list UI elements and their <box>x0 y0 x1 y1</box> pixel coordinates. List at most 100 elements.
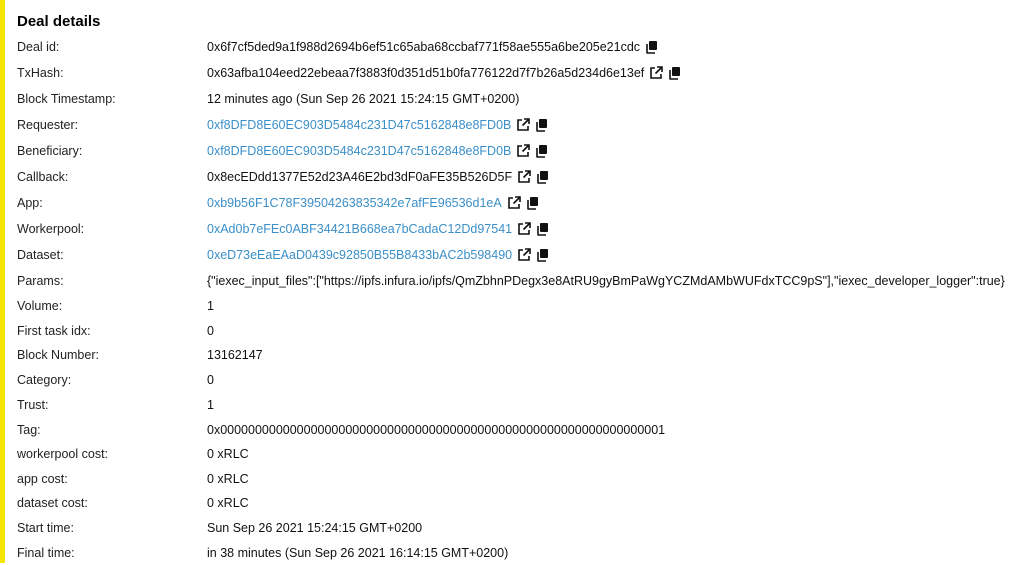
detail-row: TxHash: 0x63afba104eed22ebeaa7f3883f0d351… <box>17 60 1032 85</box>
detail-row: Block Timestamp: 12 minutes ago (Sun Sep … <box>17 86 1032 111</box>
detail-row: Callback: 0x8ecEDdd1377E52d23A46E2bd3dF0a… <box>17 164 1032 189</box>
detail-row: App: 0xb9b56F1C78F39504263835342e7afFE965… <box>17 190 1032 215</box>
detail-value-text: Sun Sep 26 2021 15:24:15 GMT+0200 <box>207 520 423 535</box>
copy-icon[interactable] <box>535 118 549 132</box>
detail-value: 1 <box>207 398 214 412</box>
detail-value: in 38 minutes (Sun Sep 26 2021 16:14:15 … <box>207 546 508 560</box>
copy-icon[interactable] <box>645 40 659 54</box>
detail-row: Requester: 0xf8DFD8E60EC903D5484c231D47c5… <box>17 112 1032 137</box>
detail-value: 0 xRLC <box>207 447 249 461</box>
detail-row: Trust: 1 <box>17 392 1032 417</box>
detail-value-text: 1 <box>207 397 214 412</box>
detail-value: 12 minutes ago (Sun Sep 26 2021 15:24:15… <box>207 92 519 106</box>
detail-label: app cost: <box>17 471 68 486</box>
page-title: Deal details <box>17 13 101 30</box>
detail-row: Category: 0 <box>17 367 1032 392</box>
detail-label: Trust: <box>17 397 49 412</box>
detail-value: 0 xRLC <box>207 496 249 510</box>
detail-value: 0 <box>207 324 214 338</box>
detail-value-text: 1 <box>207 298 214 313</box>
detail-value: 0 <box>207 373 214 387</box>
detail-value: 0xeD73eEaEAaD0439c92850B55B8433bAC2b5984… <box>207 248 550 262</box>
external-link-icon[interactable] <box>517 247 531 262</box>
detail-label: Block Timestamp: <box>17 91 116 106</box>
detail-row: First task idx: 0 <box>17 318 1032 343</box>
detail-label: Tag: <box>17 422 41 437</box>
detail-value-text: 0x63afba104eed22ebeaa7f3883f0d351d51b0fa… <box>207 65 645 80</box>
detail-row: Params: {"iexec_input_files":["https://ip… <box>17 268 1032 293</box>
detail-label: Params: <box>17 273 64 288</box>
detail-value-text: 0x8ecEDdd1377E52d23A46E2bd3dF0aFE35B526D… <box>207 169 513 184</box>
copy-icon[interactable] <box>536 170 550 184</box>
detail-label: Category: <box>17 372 72 387</box>
address-link[interactable]: 0xb9b56F1C78F39504263835342e7afFE96536d1… <box>207 196 502 210</box>
detail-value-text: 0 xRLC <box>207 446 249 461</box>
detail-value: 13162147 <box>207 348 263 362</box>
detail-label: Deal id: <box>17 39 60 54</box>
detail-value-text: 0 xRLC <box>207 471 249 486</box>
copy-icon[interactable] <box>535 144 549 158</box>
detail-value-text: 0 xRLC <box>207 495 249 510</box>
detail-value: Sun Sep 26 2021 15:24:15 GMT+0200 <box>207 521 422 535</box>
external-link-icon[interactable] <box>516 117 531 132</box>
detail-row: dataset cost: 0 xRLC <box>17 490 1032 515</box>
detail-label: workerpool cost: <box>17 446 109 461</box>
detail-row: Volume: 1 <box>17 293 1032 318</box>
detail-value: 0x63afba104eed22ebeaa7f3883f0d351d51b0fa… <box>207 66 682 80</box>
detail-row: Block Number: 13162147 <box>17 342 1032 367</box>
detail-value-text: 0x00000000000000000000000000000000000000… <box>207 422 666 437</box>
address-link[interactable]: 0xAd0b7eFEc0ABF34421B668ea7bCadaC12Dd975… <box>207 222 512 236</box>
external-link-icon[interactable] <box>507 195 521 210</box>
detail-value: 0xf8DFD8E60EC903D5484c231D47c5162848e8FD… <box>207 118 549 132</box>
detail-label: Dataset: <box>17 247 64 262</box>
detail-row: app cost: 0 xRLC <box>17 466 1032 491</box>
address-link[interactable]: 0xf8DFD8E60EC903D5484c231D47c5162848e8FD… <box>207 144 511 158</box>
detail-label: Final time: <box>17 545 75 560</box>
detail-label: TxHash: <box>17 65 64 80</box>
detail-value: 0x00000000000000000000000000000000000000… <box>207 423 665 437</box>
detail-label: App: <box>17 195 43 210</box>
detail-value: 0xAd0b7eFEc0ABF34421B668ea7bCadaC12Dd975… <box>207 222 550 236</box>
detail-value-text: 0 <box>207 323 214 338</box>
detail-value-text: 0 <box>207 372 214 387</box>
address-link[interactable]: 0xeD73eEaEAaD0439c92850B55B8433bAC2b5984… <box>207 248 512 262</box>
detail-row: Final time: in 38 minutes (Sun Sep 26 202… <box>17 540 1032 565</box>
detail-label: Requester: <box>17 117 79 132</box>
detail-value-text: {"iexec_input_files":["https://ipfs.infu… <box>207 273 1005 288</box>
copy-icon[interactable] <box>668 66 682 80</box>
detail-label: Callback: <box>17 169 69 184</box>
detail-value: 1 <box>207 299 214 313</box>
external-link-icon[interactable] <box>517 221 531 236</box>
external-link-icon[interactable] <box>649 65 664 80</box>
detail-value: 0xb9b56F1C78F39504263835342e7afFE96536d1… <box>207 196 540 210</box>
detail-value-text: 13162147 <box>207 347 263 362</box>
detail-value-text: 0x6f7cf5ded9a1f988d2694b6ef51c65aba68ccb… <box>207 39 641 54</box>
detail-label: Volume: <box>17 298 63 313</box>
detail-value: 0 xRLC <box>207 472 249 486</box>
detail-value: {"iexec_input_files":["https://ipfs.infu… <box>207 274 1005 288</box>
detail-label: Block Number: <box>17 347 99 362</box>
copy-icon[interactable] <box>536 222 550 236</box>
detail-value: 0x6f7cf5ded9a1f988d2694b6ef51c65aba68ccb… <box>207 40 659 54</box>
detail-row: Beneficiary: 0xf8DFD8E60EC903D5484c231D47… <box>17 138 1032 163</box>
detail-value: 0xf8DFD8E60EC903D5484c231D47c5162848e8FD… <box>207 144 549 158</box>
detail-label: First task idx: <box>17 323 91 338</box>
detail-value-text: in 38 minutes (Sun Sep 26 2021 16:14:15 … <box>207 545 509 560</box>
detail-label: Start time: <box>17 520 74 535</box>
copy-icon[interactable] <box>526 196 540 210</box>
detail-value: 0x8ecEDdd1377E52d23A46E2bd3dF0aFE35B526D… <box>207 170 550 184</box>
detail-row: Tag: 0x0000000000000000000000000000000000… <box>17 417 1032 442</box>
external-link-icon[interactable] <box>516 143 531 158</box>
detail-row: Dataset: 0xeD73eEaEAaD0439c92850B55B8433b… <box>17 242 1032 267</box>
detail-row: Start time: Sun Sep 26 2021 15:24:15 GMT+… <box>17 515 1032 540</box>
detail-label: Workerpool: <box>17 221 85 236</box>
address-link[interactable]: 0xf8DFD8E60EC903D5484c231D47c5162848e8FD… <box>207 118 511 132</box>
copy-icon[interactable] <box>536 248 550 262</box>
detail-value-text: 12 minutes ago (Sun Sep 26 2021 15:24:15… <box>207 91 520 106</box>
detail-label: Beneficiary: <box>17 143 83 158</box>
detail-label: dataset cost: <box>17 495 88 510</box>
detail-row: Deal id: 0x6f7cf5ded9a1f988d2694b6ef51c65… <box>17 34 1032 59</box>
external-link-icon[interactable] <box>517 169 531 184</box>
detail-row: Workerpool: 0xAd0b7eFEc0ABF34421B668ea7bC… <box>17 216 1032 241</box>
detail-row: workerpool cost: 0 xRLC <box>17 441 1032 466</box>
